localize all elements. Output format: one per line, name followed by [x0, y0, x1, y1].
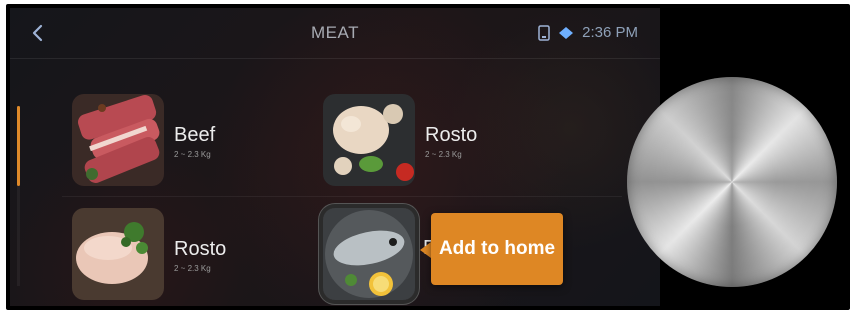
menu-item-beef[interactable]: Beef 2 ~ 2.3 Kg	[72, 94, 312, 194]
item-weight: 2 ~ 2.3 Kg	[425, 150, 462, 159]
beef-image	[72, 94, 164, 186]
menu-item-rosto-chicken[interactable]: Rosto 2 ~ 2.3 Kg	[323, 94, 563, 194]
row-divider	[62, 196, 622, 197]
control-knob[interactable]	[627, 77, 837, 287]
item-weight: 2 ~ 2.3 Kg	[174, 264, 211, 273]
tooltip-arrow	[420, 242, 431, 258]
fish-image	[323, 208, 415, 300]
item-name: Rosto	[174, 238, 227, 260]
item-name: Beef	[174, 124, 216, 146]
item-name: Rosto	[425, 124, 478, 146]
item-weight: 2 ~ 2.3 Kg	[174, 150, 211, 159]
chicken-breast-image	[72, 208, 164, 300]
add-to-home-button[interactable]: Add to home	[431, 213, 563, 285]
menu-item-rosto-breast[interactable]: Rosto 2 ~ 2.3 Kg	[72, 208, 312, 306]
oven-device: MEAT 2:36 PM Beef 2 ~ 2.3 Kg Rosto 2 ~ 2…	[6, 4, 850, 310]
display-screen: MEAT 2:36 PM Beef 2 ~ 2.3 Kg Rosto 2 ~ 2…	[10, 8, 660, 306]
roast-chicken-image	[323, 94, 415, 186]
